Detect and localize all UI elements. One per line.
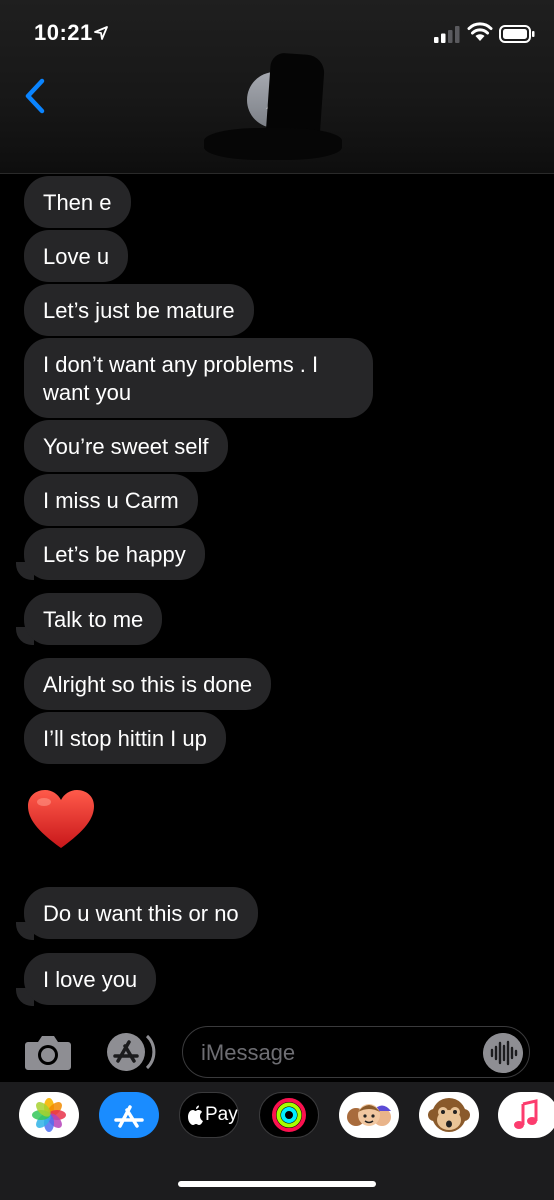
- location-arrow-icon: [94, 26, 108, 40]
- message-bubble[interactable]: I don’t want any problems . I want you: [24, 338, 373, 418]
- message-bubble[interactable]: I’ll stop hittin I up: [24, 712, 226, 764]
- redaction-mark: [204, 128, 342, 160]
- app-drawer: Pay: [0, 1082, 554, 1200]
- app-store-icon[interactable]: [99, 1092, 159, 1138]
- heart-emoji-message[interactable]: [26, 788, 96, 852]
- message-bubble[interactable]: Let’s be happy: [24, 528, 205, 580]
- apple-pay-label: Pay: [205, 1104, 238, 1125]
- message-bubble[interactable]: I miss u Carm: [24, 474, 198, 526]
- message-bubble[interactable]: Then e: [24, 176, 131, 228]
- audio-waveform-icon[interactable]: [483, 1033, 523, 1073]
- battery-icon: [499, 25, 535, 43]
- music-icon[interactable]: [498, 1092, 554, 1138]
- memoji-icon[interactable]: [339, 1092, 399, 1138]
- activity-icon[interactable]: [259, 1092, 319, 1138]
- message-bubble[interactable]: Alright so this is done: [24, 658, 272, 710]
- camera-icon[interactable]: [24, 1033, 72, 1071]
- photos-icon[interactable]: [19, 1092, 79, 1138]
- message-bubble[interactable]: Do u want this or no: [24, 887, 258, 939]
- animoji-monkey-icon[interactable]: [419, 1092, 479, 1138]
- conversation-header: 10:21 A: [0, 0, 554, 174]
- apple-pay-icon[interactable]: Pay: [179, 1092, 239, 1138]
- message-bubble[interactable]: I love you: [24, 953, 157, 1005]
- wifi-icon: [467, 22, 493, 41]
- message-bubble[interactable]: You’re sweet self: [24, 420, 228, 472]
- status-time: 10:21: [34, 20, 93, 45]
- app-store-drawer-icon[interactable]: [104, 1032, 156, 1072]
- message-bubble[interactable]: Talk to me: [24, 593, 163, 645]
- message-thread[interactable]: Then e Love u Let’s just be mature I don…: [0, 174, 554, 1020]
- message-bubble[interactable]: Let’s just be mature: [24, 284, 254, 336]
- message-bubble[interactable]: Love u: [24, 230, 129, 282]
- cellular-signal-icon: [434, 26, 460, 43]
- back-chevron-icon[interactable]: [20, 76, 50, 116]
- imessage-input[interactable]: iMessage: [182, 1026, 530, 1078]
- input-placeholder: iMessage: [201, 1040, 296, 1065]
- home-indicator[interactable]: [178, 1181, 376, 1187]
